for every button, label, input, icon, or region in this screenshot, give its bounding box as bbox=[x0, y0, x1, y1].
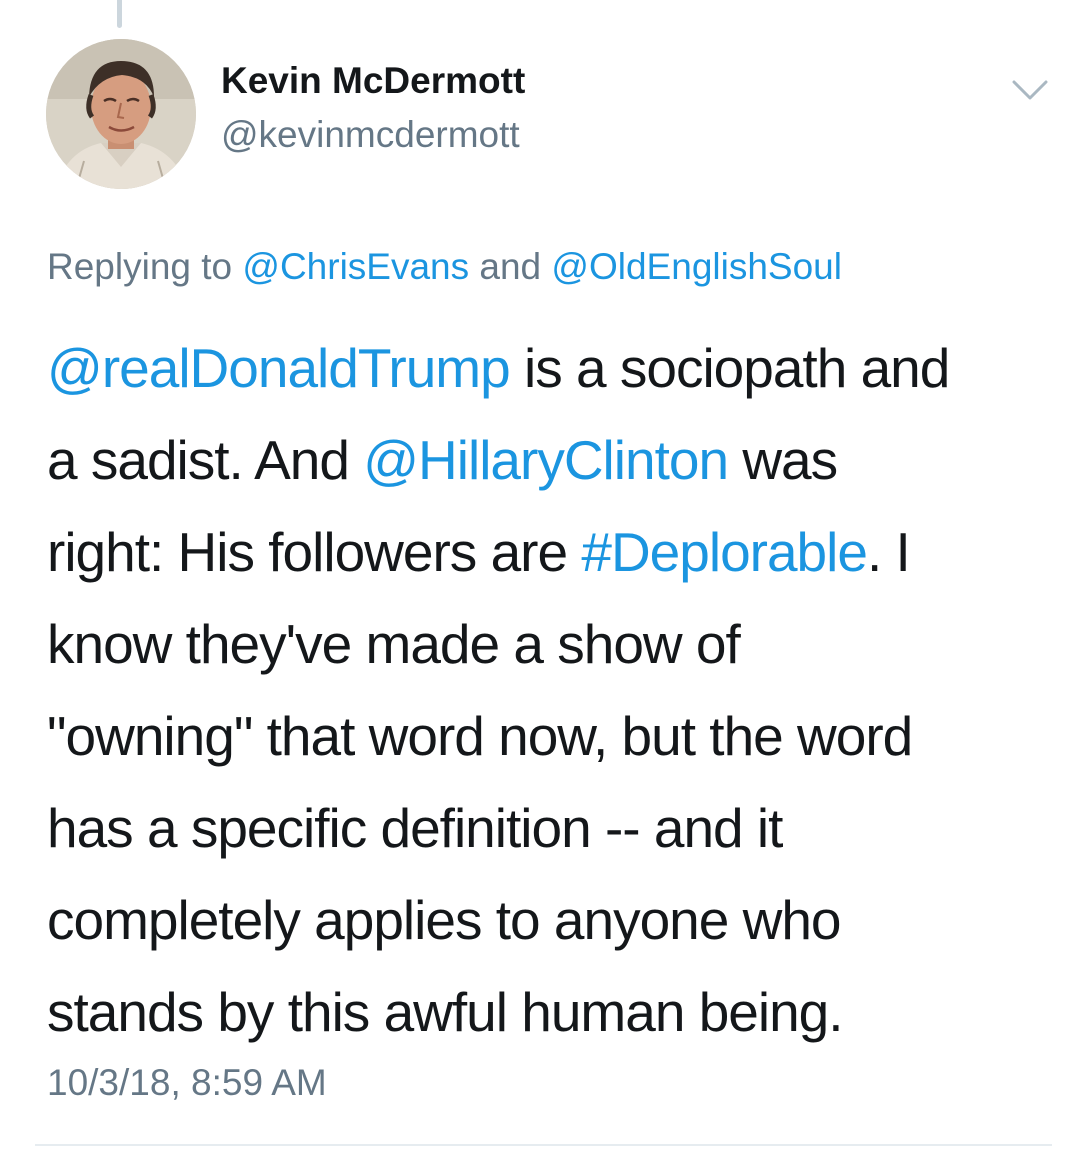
replying-to-line: Replying to @ChrisEvans and @OldEnglishS… bbox=[47, 246, 842, 288]
reply-mention-chrisevans[interactable]: @ChrisEvans bbox=[242, 246, 469, 287]
thread-connector-line bbox=[117, 0, 122, 28]
chevron-down-icon bbox=[1012, 80, 1048, 100]
avatar-photo-icon bbox=[46, 39, 196, 189]
tweet-line: a sadist. And @HillaryClinton was bbox=[47, 414, 1052, 506]
avatar[interactable] bbox=[46, 39, 196, 189]
mention-hillaryclinton[interactable]: @HillaryClinton bbox=[363, 429, 729, 491]
reply-mention-oldenglishsoul[interactable]: @OldEnglishSoul bbox=[551, 246, 842, 287]
tweet-line: right: His followers are #Deplorable. I bbox=[47, 506, 1052, 598]
tweet-timestamp[interactable]: 10/3/18, 8:59 AM bbox=[47, 1062, 327, 1104]
tweet-line: "owning" that word now, but the word bbox=[47, 705, 913, 767]
tweet-body: @realDonaldTrump is a sociopath and a sa… bbox=[47, 322, 1052, 1058]
mention-realdonaldtrump[interactable]: @realDonaldTrump bbox=[47, 337, 511, 399]
tweet-line: stands by this awful human being. bbox=[47, 981, 844, 1043]
tweet-text-segment: . I bbox=[866, 521, 911, 583]
reply-conjunction: and bbox=[469, 246, 552, 287]
tweet-line: know they've made a show of bbox=[47, 613, 741, 675]
reply-prefix: Replying to bbox=[47, 246, 243, 287]
tweet-line: @realDonaldTrump is a sociopath and bbox=[47, 322, 1052, 414]
tweet-line: has a specific definition -- and it bbox=[47, 797, 783, 859]
author-handle[interactable]: @kevinmcdermott bbox=[221, 114, 520, 156]
divider bbox=[35, 1144, 1052, 1146]
tweet-text-segment: right: His followers are bbox=[47, 521, 582, 583]
tweet-text-segment: was bbox=[728, 429, 838, 491]
tweet-menu-button[interactable] bbox=[1008, 72, 1052, 108]
hashtag-deplorable[interactable]: #Deplorable bbox=[581, 521, 868, 583]
author-display-name[interactable]: Kevin McDermott bbox=[221, 60, 525, 102]
tweet-line: completely applies to anyone who bbox=[47, 889, 842, 951]
tweet-text-segment: is a sociopath and bbox=[509, 337, 950, 399]
tweet-text-segment: a sadist. And bbox=[47, 429, 364, 491]
